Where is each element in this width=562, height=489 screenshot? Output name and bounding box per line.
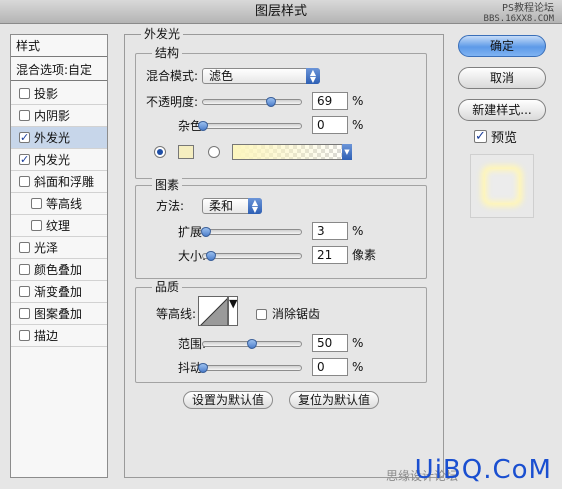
range-unit: % <box>352 336 364 350</box>
noise-slider-thumb[interactable] <box>198 121 208 131</box>
blending-options-item[interactable]: 混合选项:自定 <box>11 59 107 81</box>
bevel-emboss-checkbox[interactable] <box>19 176 30 187</box>
structure-title: 结构 <box>152 46 183 60</box>
chevron-down-icon[interactable]: ▼ <box>342 144 352 160</box>
quality-title: 品质 <box>152 280 183 294</box>
noise-input[interactable]: 0 <box>312 116 348 134</box>
technique-select[interactable]: 柔和 ▲ ▼ <box>202 198 262 214</box>
noise-slider[interactable] <box>198 121 302 131</box>
opacity-input[interactable]: 69 <box>312 92 348 110</box>
jitter-unit: % <box>352 360 364 374</box>
spread-input[interactable]: 3 <box>312 222 348 240</box>
style-item-drop-shadow[interactable]: 投影 <box>11 83 107 105</box>
quality-group: 品质 等高线: ▼ 消除锯齿 范围: 50 % 抖动: 0 % <box>135 280 427 383</box>
chevron-down-icon: ▼ <box>229 297 238 310</box>
blend-mode-select[interactable]: 滤色 ▲ ▼ <box>202 68 320 84</box>
color-overlay-checkbox[interactable] <box>19 264 30 275</box>
outer-glow-checkbox[interactable] <box>19 132 30 143</box>
style-item-stroke[interactable]: 描边 <box>11 325 107 347</box>
size-slider-thumb[interactable] <box>206 251 217 261</box>
make-default-button[interactable]: 设置为默认值 <box>183 391 273 409</box>
preview-toggle[interactable]: 预览 <box>474 130 517 147</box>
structure-group: 结构 混合模式: 滤色 ▲ ▼ 不透明度: 69 % 杂色: 0 % ▼ <box>135 46 427 179</box>
style-item-texture[interactable]: 纹理 <box>11 215 107 237</box>
satin-checkbox[interactable] <box>19 242 30 253</box>
watermark-logo: UiBQ.CoM <box>414 455 552 485</box>
inner-glow-checkbox[interactable] <box>19 154 30 165</box>
opacity-slider-thumb[interactable] <box>265 97 276 107</box>
anti-alias-label: 消除锯齿 <box>272 307 321 321</box>
styles-header[interactable]: 样式 <box>11 35 107 57</box>
inner-shadow-checkbox[interactable] <box>19 110 30 121</box>
ok-button[interactable]: 确定 <box>458 35 546 57</box>
preview-glow-shape <box>485 169 519 203</box>
style-item-pattern-overlay[interactable]: 图案叠加 <box>11 303 107 325</box>
jitter-input[interactable]: 0 <box>312 358 348 376</box>
contour-curve-icon <box>200 298 227 325</box>
drop-shadow-checkbox[interactable] <box>19 88 30 99</box>
range-slider[interactable] <box>202 339 302 349</box>
range-input[interactable]: 50 <box>312 334 348 352</box>
cancel-button[interactable]: 取消 <box>458 67 546 89</box>
size-input[interactable]: 21 <box>312 246 348 264</box>
style-item-inner-glow[interactable]: 内发光 <box>11 149 107 171</box>
style-item-bevel-emboss[interactable]: 斜面和浮雕 <box>11 171 107 193</box>
style-item-color-overlay[interactable]: 颜色叠加 <box>11 259 107 281</box>
select-arrows-icon: ▲ ▼ <box>248 198 262 214</box>
contour-label: 等高线: <box>156 307 197 321</box>
elements-title: 图素 <box>152 178 183 192</box>
style-item-inner-shadow[interactable]: 内阴影 <box>11 105 107 127</box>
blend-mode-label: 混合模式: <box>146 69 199 83</box>
contour-checkbox[interactable] <box>31 198 42 209</box>
glow-color-radio[interactable] <box>154 146 166 158</box>
opacity-label: 不透明度: <box>146 95 199 109</box>
preview-checkbox[interactable] <box>474 130 487 143</box>
size-slider[interactable] <box>202 251 302 261</box>
anti-alias-checkbox[interactable] <box>256 309 267 320</box>
styles-list: 样式 混合选项:自定 投影 内阴影 外发光 内发光 斜面和浮雕 等高线 纹理 光… <box>10 34 108 478</box>
glow-gradient-picker[interactable]: ▼ <box>232 144 352 160</box>
outer-glow-panel: 外发光 结构 混合模式: 滤色 ▲ ▼ 不透明度: 69 % 杂色: 0 % ▼ … <box>124 27 444 478</box>
preview-thumbnail <box>470 154 534 218</box>
spread-unit: % <box>352 224 364 238</box>
reset-default-button[interactable]: 复位为默认值 <box>289 391 379 409</box>
technique-label: 方法: <box>156 199 185 213</box>
style-item-satin[interactable]: 光泽 <box>11 237 107 259</box>
size-unit: 像素 <box>352 248 377 262</box>
noise-unit: % <box>352 118 364 132</box>
jitter-slider[interactable] <box>198 363 302 373</box>
preview-label: 预览 <box>491 131 518 146</box>
elements-group: 图素 方法: 柔和 ▲ ▼ 扩展: 3 % 大小: 21 像素 <box>135 178 427 279</box>
window-title: 图层样式 <box>254 4 307 19</box>
style-item-contour[interactable]: 等高线 <box>11 193 107 215</box>
outer-glow-title: 外发光 <box>141 27 184 41</box>
watermark-top: PS教程论坛 BBS.16XX8.COM <box>483 3 554 25</box>
range-slider-thumb[interactable] <box>247 339 257 349</box>
opacity-slider[interactable] <box>202 97 302 107</box>
contour-picker[interactable] <box>198 296 228 326</box>
pattern-overlay-checkbox[interactable] <box>19 308 30 319</box>
style-item-outer-glow[interactable]: 外发光 <box>11 127 107 149</box>
spread-slider-thumb[interactable] <box>200 227 211 237</box>
texture-checkbox[interactable] <box>31 220 42 231</box>
contour-dropdown-arrow[interactable]: ▼ <box>228 296 238 326</box>
gradient-overlay-checkbox[interactable] <box>19 286 30 297</box>
window-titlebar: 图层样式 <box>0 0 562 24</box>
stroke-checkbox[interactable] <box>19 330 30 341</box>
jitter-slider-thumb[interactable] <box>198 363 208 373</box>
style-item-gradient-overlay[interactable]: 渐变叠加 <box>11 281 107 303</box>
new-style-button[interactable]: 新建样式... <box>458 99 546 121</box>
glow-gradient-radio[interactable] <box>208 146 220 158</box>
opacity-unit: % <box>352 94 364 108</box>
glow-color-swatch[interactable] <box>178 145 194 159</box>
select-arrows-icon: ▲ ▼ <box>306 68 320 84</box>
spread-slider[interactable] <box>200 227 302 237</box>
